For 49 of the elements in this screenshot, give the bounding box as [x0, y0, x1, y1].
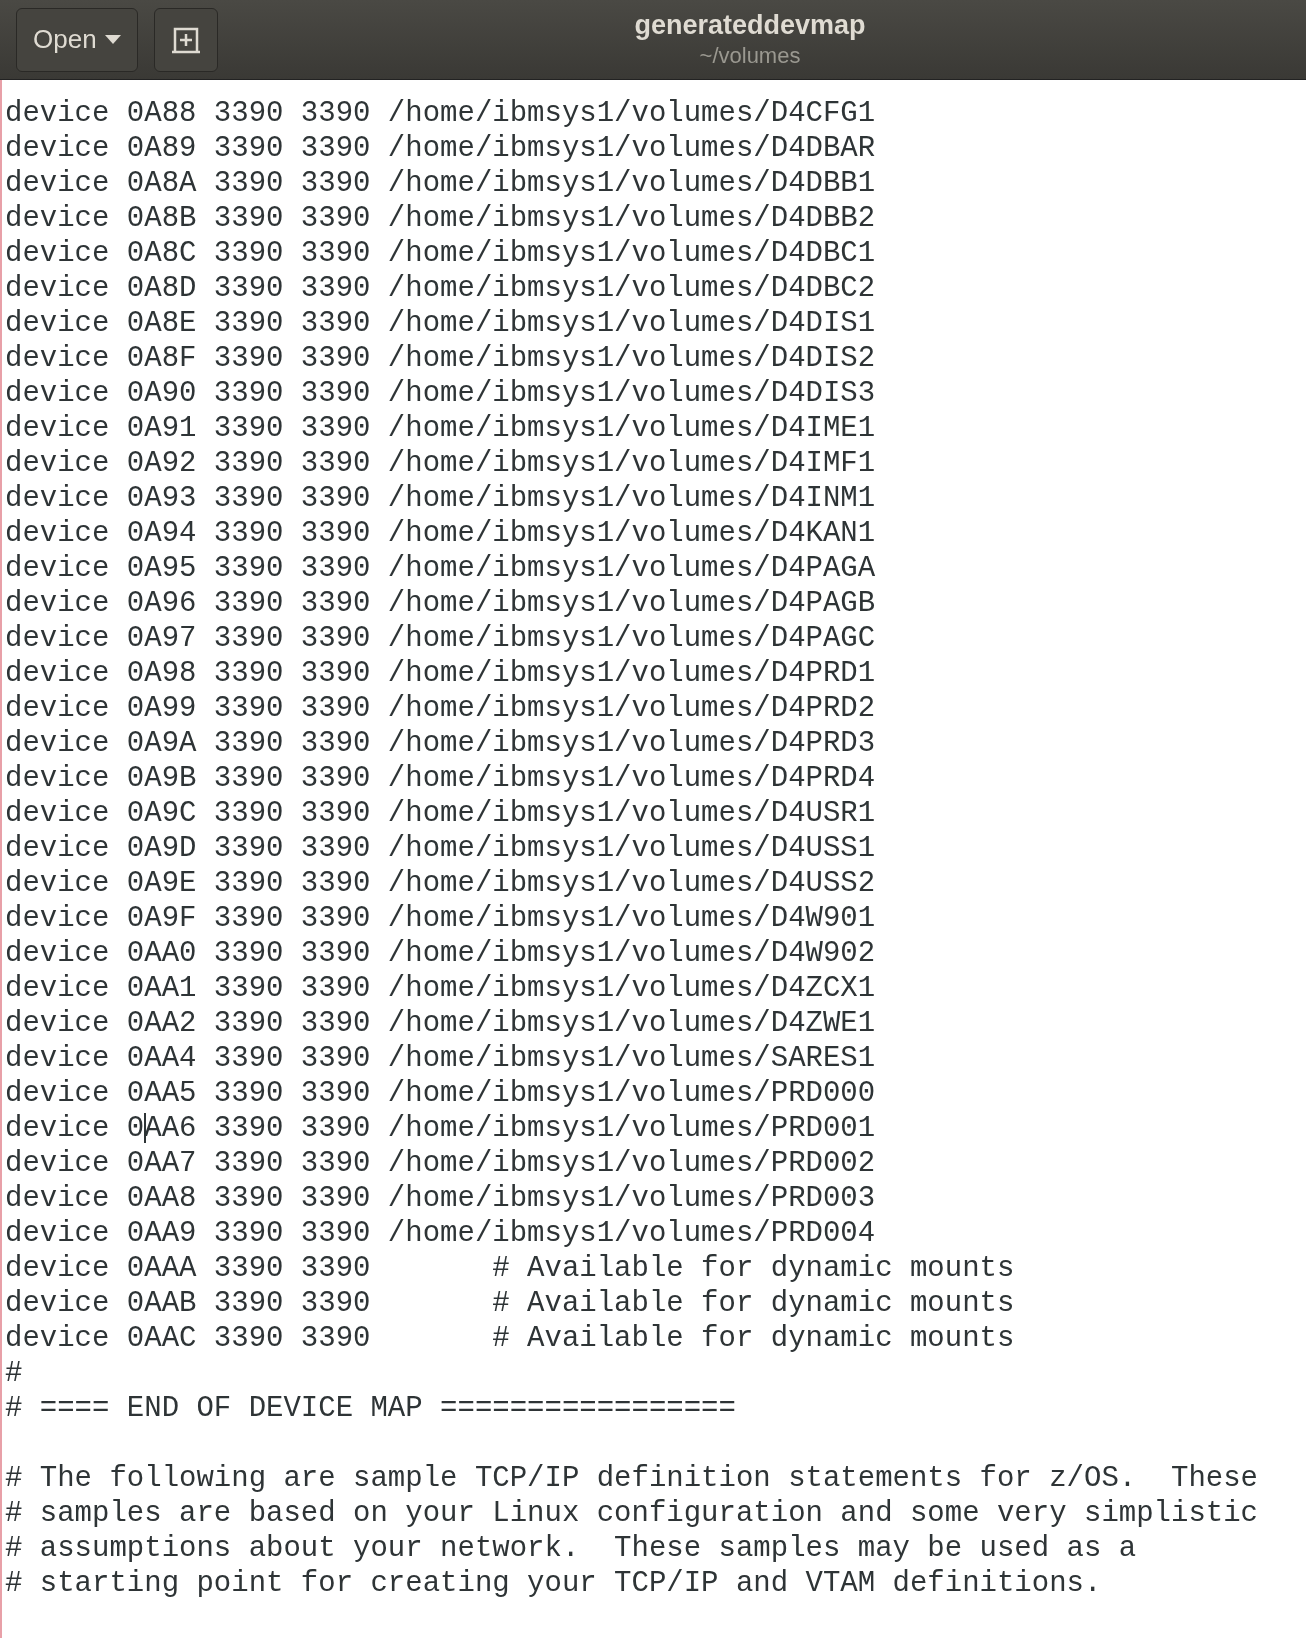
code-line: device 0A9D 3390 3390 /home/ibmsys1/volumes/D4USS1	[5, 831, 877, 866]
code-line: device 0AA8 3390 3390 /home/ibmsys1/volumes/PRD003	[5, 1181, 877, 1216]
code-line: device 0A9C 3390 3390 /home/ibmsys1/volumes/D4USR1	[5, 796, 877, 831]
code-line: device 0AAA 3390 3390 # Available for dynamic mounts	[5, 1251, 1016, 1286]
code-line: # samples are based on your Linux configuration and some very simplistic	[5, 1496, 1259, 1531]
code-line: device 0AA1 3390 3390 /home/ibmsys1/volumes/D4ZCX1	[5, 971, 877, 1006]
window-title: generateddevmap	[634, 9, 866, 42]
code-line: device 0A88 3390 3390 /home/ibmsys1/volumes/D4CFG1	[5, 96, 877, 131]
code-line: device 0AA9 3390 3390 /home/ibmsys1/volumes/PRD004	[5, 1216, 877, 1251]
code-line: device 0A96 3390 3390 /home/ibmsys1/volumes/D4PAGB	[5, 586, 877, 621]
code-line: device 0A9F 3390 3390 /home/ibmsys1/volumes/D4W901	[5, 901, 877, 936]
code-line: device 0A90 3390 3390 /home/ibmsys1/volumes/D4DIS3	[5, 376, 877, 411]
code-line: device 0AA0 3390 3390 /home/ibmsys1/volumes/D4W902	[5, 936, 877, 971]
code-line: device 0A8E 3390 3390 /home/ibmsys1/volumes/D4DIS1	[5, 306, 877, 341]
code-line: device 0A9E 3390 3390 /home/ibmsys1/volumes/D4USS2	[5, 866, 877, 901]
code-line: device 0A92 3390 3390 /home/ibmsys1/volumes/D4IMF1	[5, 446, 877, 481]
code-line: device 0A94 3390 3390 /home/ibmsys1/volumes/D4KAN1	[5, 516, 877, 551]
window-subtitle: ~/volumes	[699, 42, 801, 70]
code-line: device 0AA5 3390 3390 /home/ibmsys1/volumes/PRD000	[5, 1076, 877, 1111]
code-line: device 0AA2 3390 3390 /home/ibmsys1/volumes/D4ZWE1	[5, 1006, 877, 1041]
code-line: #	[5, 1356, 24, 1391]
code-line: device 0A8F 3390 3390 /home/ibmsys1/volumes/D4DIS2	[5, 341, 877, 376]
open-button[interactable]: Open	[16, 7, 138, 72]
code-line: device 0A98 3390 3390 /home/ibmsys1/volumes/D4PRD1	[5, 656, 877, 691]
code-line: device 0A9A 3390 3390 /home/ibmsys1/volumes/D4PRD3	[5, 726, 877, 761]
code-line: # The following are sample TCP/IP definition statements for z/OS. These	[5, 1461, 1259, 1496]
new-document-button[interactable]	[153, 7, 218, 72]
code-line: device 0AAC 3390 3390 # Available for dynamic mounts	[5, 1321, 1016, 1356]
code-line: # ==== END OF DEVICE MAP =================	[5, 1391, 737, 1426]
code-line: device 0A95 3390 3390 /home/ibmsys1/volumes/D4PAGA	[5, 551, 877, 586]
code-line: device 0A93 3390 3390 /home/ibmsys1/volumes/D4INM1	[5, 481, 877, 516]
code-line: # assumptions about your network. These samples may be used as a	[5, 1531, 1138, 1566]
code-line: device 0A99 3390 3390 /home/ibmsys1/volumes/D4PRD2	[5, 691, 877, 726]
code-line: device 0A91 3390 3390 /home/ibmsys1/volumes/D4IME1	[5, 411, 877, 446]
text-cursor	[144, 1113, 147, 1144]
code-line: device 0A8A 3390 3390 /home/ibmsys1/volumes/D4DBB1	[5, 166, 877, 201]
caret-icon	[104, 34, 121, 45]
code-line: # starting point for creating your TCP/IP and VTAM definitions.	[5, 1566, 1103, 1601]
code-line: device 0A97 3390 3390 /home/ibmsys1/volumes/D4PAGC	[5, 621, 877, 656]
new-document-icon	[170, 25, 201, 54]
code-line: device 0A8C 3390 3390 /home/ibmsys1/volumes/D4DBC1	[5, 236, 877, 271]
code-line: device 0AA6 3390 3390 /home/ibmsys1/volumes/PRD001	[5, 1111, 877, 1146]
code-line: device 0A8D 3390 3390 /home/ibmsys1/volumes/D4DBC2	[5, 271, 877, 306]
code-line: device 0AA4 3390 3390 /home/ibmsys1/volumes/SARES1	[5, 1041, 877, 1076]
code-line: device 0AAB 3390 3390 # Available for dynamic mounts	[5, 1286, 1016, 1321]
code-line: device 0A8B 3390 3390 /home/ibmsys1/volumes/D4DBB2	[5, 201, 877, 236]
code-line: device 0AA7 3390 3390 /home/ibmsys1/volumes/PRD002	[5, 1146, 877, 1181]
code-line: device 0A89 3390 3390 /home/ibmsys1/volumes/D4DBAR	[5, 131, 877, 166]
code-line: device 0A9B 3390 3390 /home/ibmsys1/volumes/D4PRD4	[5, 761, 877, 796]
